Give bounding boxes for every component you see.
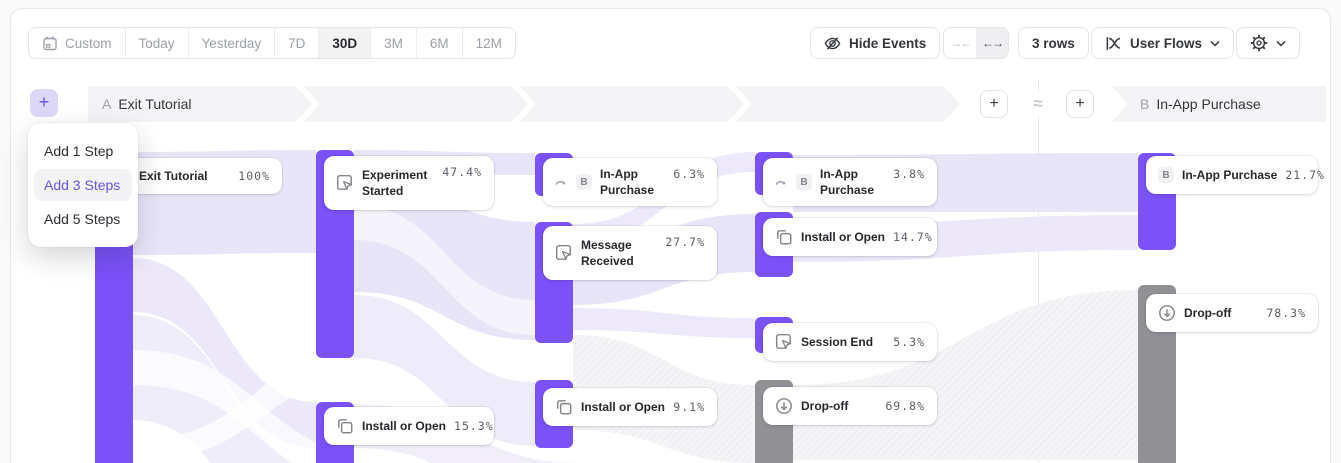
node-label: Drop-off	[1184, 305, 1231, 321]
add-step-button-active[interactable]: +	[30, 89, 58, 117]
node-value: 21.7%	[1285, 168, 1325, 182]
node-label: In-App Purchase	[1182, 167, 1277, 183]
add-step-menu: Add 1 Step Add 3 Steps Add 5 Steps	[28, 123, 138, 247]
node-value: 100%	[238, 169, 270, 183]
node-value: 6.3%	[673, 167, 705, 181]
node-value: 3.8%	[893, 167, 925, 181]
node-card-install-or-open-14[interactable]: Install or Open 14.7%	[763, 218, 937, 256]
node-card-experiment-started[interactable]: Experiment Started 47.4%	[324, 156, 494, 210]
node-value: 15.3%	[454, 419, 494, 433]
add-step-after-a-button[interactable]: +	[980, 90, 1008, 118]
node-value: 14.7%	[893, 230, 933, 244]
step-header-b[interactable]: B In-App Purchase	[1140, 86, 1261, 122]
merge-arrow-icon	[775, 176, 788, 189]
step-letter: B	[1140, 96, 1149, 112]
node-value: 78.3%	[1266, 306, 1306, 320]
click-event-icon	[775, 333, 793, 351]
node-value: 47.4%	[442, 165, 482, 179]
step-header-a[interactable]: A Exit Tutorial	[102, 86, 191, 122]
node-card-exit-tutorial[interactable]: Exit Tutorial 100%	[127, 158, 282, 194]
node-label: Exit Tutorial	[139, 168, 207, 184]
drop-off-icon	[1158, 304, 1176, 322]
click-event-icon	[336, 174, 354, 192]
node-label: In-App Purchase	[820, 166, 884, 198]
merge-arrow-icon	[555, 176, 568, 189]
node-card-message-received[interactable]: Message Received 27.7%	[543, 226, 717, 280]
node-card-drop-off-69[interactable]: Drop-off 69.8%	[763, 387, 937, 425]
node-label: In-App Purchase	[600, 166, 664, 198]
node-value: 9.1%	[673, 400, 705, 414]
node-card-in-app-purchase-6[interactable]: B In-App Purchase 6.3%	[543, 158, 717, 206]
user-flows-canvas: Custom Today Yesterday 7D 30D 3M 6M 12M …	[0, 0, 1341, 463]
node-value: 27.7%	[665, 235, 705, 249]
menu-item-add-5-steps[interactable]: Add 5 Steps	[34, 203, 132, 235]
node-value: 5.3%	[893, 335, 925, 349]
goal-b-badge: B	[796, 174, 812, 190]
node-card-install-or-open-9[interactable]: Install or Open 9.1%	[543, 388, 717, 426]
drop-off-icon	[775, 397, 793, 415]
click-event-icon	[555, 244, 573, 262]
node-label: Install or Open	[362, 418, 446, 434]
menu-item-add-1-step[interactable]: Add 1 Step	[34, 135, 132, 167]
goal-b-badge: B	[576, 174, 592, 190]
node-label: Drop-off	[801, 398, 848, 414]
node-card-drop-off-78[interactable]: Drop-off 78.3%	[1146, 294, 1318, 332]
node-card-in-app-purchase-3[interactable]: B In-App Purchase 3.8%	[763, 158, 937, 206]
node-label: Install or Open	[581, 399, 665, 415]
window-icon	[775, 228, 793, 246]
menu-item-add-3-steps[interactable]: Add 3 Steps	[34, 169, 132, 201]
step-title: In-App Purchase	[1156, 96, 1260, 112]
node-value: 69.8%	[885, 399, 925, 413]
node-label: Session End	[801, 334, 873, 350]
add-step-before-b-button[interactable]: +	[1066, 90, 1094, 118]
node-card-install-or-open-15[interactable]: Install or Open 15.3%	[324, 407, 494, 445]
node-label: Message Received	[581, 237, 657, 269]
window-icon	[555, 398, 573, 416]
step-title: Exit Tutorial	[118, 96, 191, 112]
step-letter: A	[102, 96, 111, 112]
node-label: Install or Open	[801, 229, 885, 245]
node-card-session-end[interactable]: Session End 5.3%	[763, 323, 937, 361]
node-label: Experiment Started	[362, 167, 434, 199]
window-icon	[336, 417, 354, 435]
goal-b-badge: B	[1158, 167, 1174, 183]
node-card-in-app-purchase-21[interactable]: B In-App Purchase 21.7%	[1146, 156, 1318, 194]
